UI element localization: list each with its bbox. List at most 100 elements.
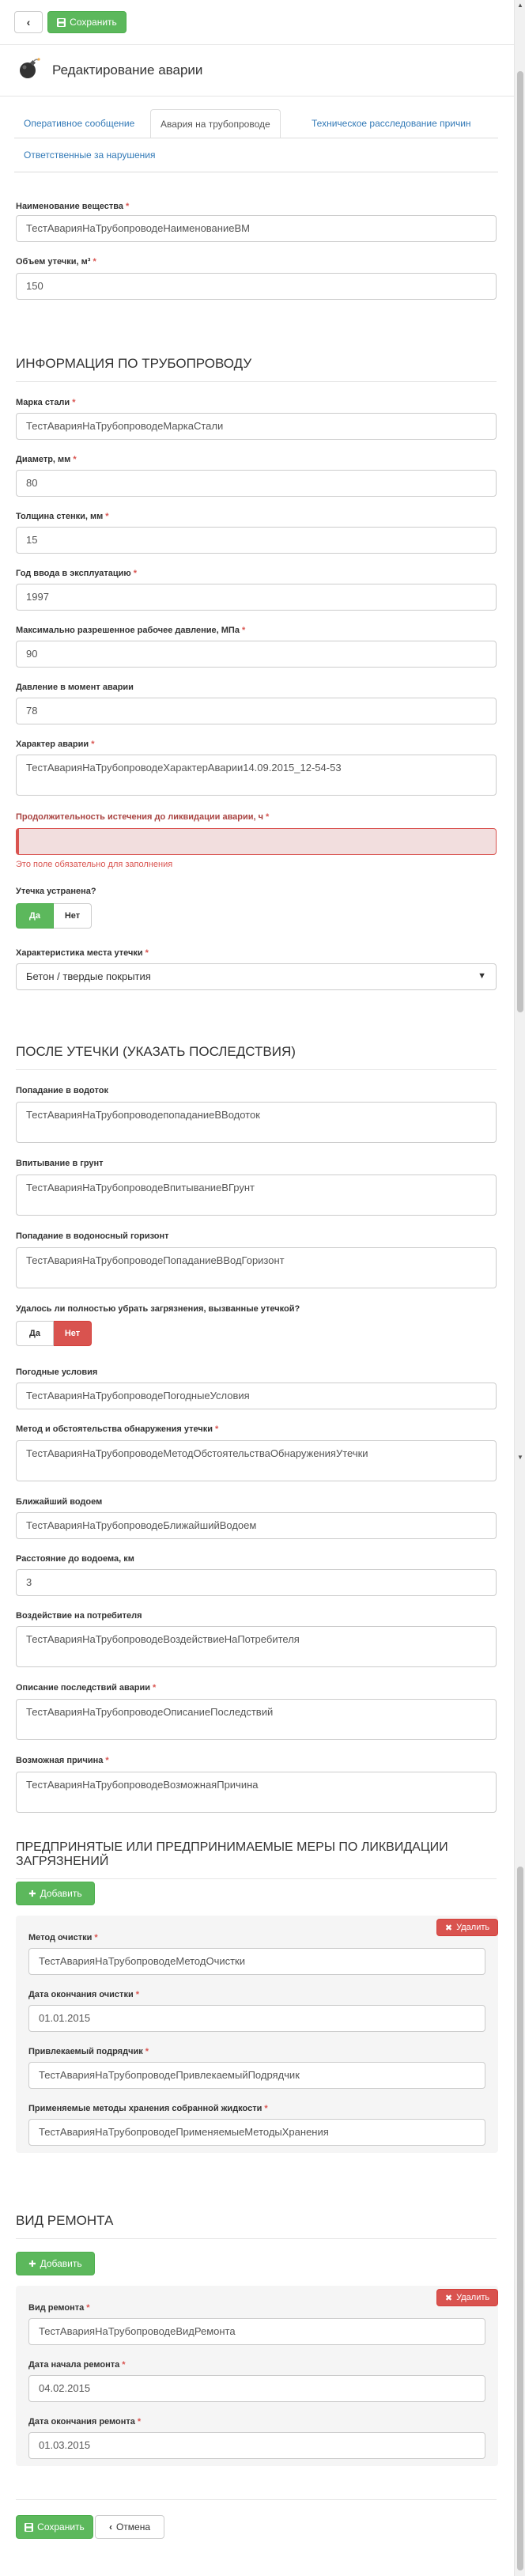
nearest-water-label: Ближайший водоем xyxy=(16,1497,103,1507)
repair-end-input[interactable]: 01.03.2015 xyxy=(28,2432,485,2459)
measure-panel: ✖ Удалить Метод очистки * ТестАварияНаТру… xyxy=(16,1916,498,2153)
diameter-input[interactable]: 80 xyxy=(16,470,497,497)
cause-label: Возможная причина * xyxy=(16,1756,109,1765)
section-pipeline-info: ИНФОРМАЦИЯ ПО ТРУБОПРОВОДУ xyxy=(16,356,497,382)
detection-label: Метод и обстоятельства обнаружения утечк… xyxy=(16,1424,219,1434)
place-select[interactable]: Бетон / твердые покрытия ▼ xyxy=(16,963,497,990)
eliminated-label: Утечка устранена? xyxy=(16,887,96,896)
weather-input[interactable]: ТестАварияНаТрубопроводеПогодныеУсловия xyxy=(16,1383,497,1409)
section-after-leak: ПОСЛЕ УТЕЧКИ (УКАЗАТЬ ПОСЛЕДСТВИЯ) xyxy=(16,1044,497,1070)
wall-input[interactable]: 15 xyxy=(16,527,497,554)
pressure-label: Давление в момент аварии xyxy=(16,683,134,692)
save-button-bottom[interactable]: Сохранить xyxy=(16,2515,93,2539)
year-label: Год ввода в эксплуатацию * xyxy=(16,569,138,578)
character-textarea[interactable]: ТестАварияНаТрубопроводеХарактерАварии14… xyxy=(16,755,497,796)
eliminated-yes-button[interactable]: Да xyxy=(16,903,54,929)
remove-icon: ✖ xyxy=(444,2293,453,2303)
consumer-label: Воздействие на потребителя xyxy=(16,1611,142,1621)
back-button[interactable]: ‹ xyxy=(14,11,43,33)
scrollbar[interactable]: ▲ ▼ xyxy=(514,0,525,2576)
cleaned-yes-button[interactable]: Да xyxy=(16,1321,54,1346)
storage-input[interactable]: ТестАварияНаТрубопроводеПрименяемыеМетод… xyxy=(28,2119,485,2146)
consumer-textarea[interactable]: ТестАварияНаТрубопроводеВоздействиеНаПот… xyxy=(16,1626,497,1667)
pressure-input[interactable]: 78 xyxy=(16,698,497,724)
cleaned-toggle: Да Нет xyxy=(16,1321,92,1346)
nearest-water-input[interactable]: ТестАварияНаТрубопроводеБлижайшийВодоем xyxy=(16,1512,497,1539)
duration-input[interactable] xyxy=(16,828,497,855)
consequences-label: Описание последствий аварии * xyxy=(16,1683,157,1693)
tab-responsible[interactable]: Ответственные за нарушения xyxy=(14,141,164,169)
tab-bar: Оперативное сообщение Авария на трубопро… xyxy=(14,109,498,172)
storage-label: Применяемые методы хранения собранной жи… xyxy=(28,2104,268,2113)
end-date-input[interactable]: 01.01.2015 xyxy=(28,2005,485,2032)
cancel-label: Отмена xyxy=(115,2521,151,2532)
delete-repair-label: Удалить xyxy=(456,2293,490,2302)
wall-label: Толщина стенки, мм * xyxy=(16,512,109,521)
save-bottom-label: Сохранить xyxy=(37,2521,85,2532)
scroll-down-arrow-icon[interactable]: ▼ xyxy=(517,1454,523,1461)
section-measures: ПРЕДПРИНЯТЫЕ ИЛИ ПРЕДПРИНИМАЕМЫЕ МЕРЫ ПО… xyxy=(16,1840,497,1879)
scrollbar-thumb-2[interactable] xyxy=(517,1867,523,2570)
add-repair-button[interactable]: ✚ Добавить xyxy=(16,2252,95,2275)
year-input[interactable]: 1997 xyxy=(16,584,497,611)
character-label: Характер аварии * xyxy=(16,740,95,749)
max-pressure-input[interactable]: 90 xyxy=(16,641,497,668)
footer-divider xyxy=(16,2499,497,2500)
leak-volume-label: Объем утечки, м³ * xyxy=(16,257,96,267)
chevron-left-icon: ‹ xyxy=(108,2521,112,2532)
place-select-value: Бетон / твердые покрытия xyxy=(26,970,151,982)
cleaned-label: Удалось ли полностью убрать загрязнения,… xyxy=(16,1304,300,1314)
repair-type-label: Вид ремонта * xyxy=(28,2303,90,2313)
place-label: Характеристика места утечки * xyxy=(16,948,149,958)
duration-label: Продолжительность истечения до ликвидаци… xyxy=(16,812,270,822)
tab-technical-investigation[interactable]: Техническое расследование причин xyxy=(302,109,481,138)
aquifer-label: Попадание в водоносный горизонт xyxy=(16,1231,169,1241)
cleaned-no-button[interactable]: Нет xyxy=(54,1321,92,1346)
repair-start-label: Дата начала ремонта * xyxy=(28,2360,126,2370)
delete-repair-button[interactable]: ✖ Удалить xyxy=(436,2289,498,2306)
plus-icon: ✚ xyxy=(28,1889,36,1899)
cancel-button[interactable]: ‹ Отмена xyxy=(95,2515,164,2539)
substance-input[interactable]: ТестАварияНаТрубопроводеНаименованиеВМ xyxy=(16,215,497,242)
scroll-up-arrow-icon[interactable]: ▲ xyxy=(517,2,523,9)
cause-textarea[interactable]: ТестАварияНаТрубопроводеВозможнаяПричина xyxy=(16,1772,497,1813)
diameter-label: Диаметр, мм * xyxy=(16,455,77,464)
eliminated-no-button[interactable]: Нет xyxy=(54,903,92,929)
floppy-disk-icon xyxy=(57,17,66,27)
max-pressure-label: Максимально разрешенное рабочее давление… xyxy=(16,626,246,635)
eliminated-toggle: Да Нет xyxy=(16,903,92,929)
consequences-textarea[interactable]: ТестАварияНаТрубопроводеОписаниеПоследст… xyxy=(16,1699,497,1740)
tab-operational-message[interactable]: Оперативное сообщение xyxy=(14,109,144,138)
top-toolbar: ‹ Сохранить xyxy=(0,0,514,44)
tab-pipeline-accident[interactable]: Авария на трубопроводе xyxy=(150,109,281,138)
add-measure-button[interactable]: ✚ Добавить xyxy=(16,1882,95,1905)
steel-input[interactable]: ТестАварияНаТрубопроводеМаркаСтали xyxy=(16,413,497,440)
repair-start-input[interactable]: 04.02.2015 xyxy=(28,2375,485,2402)
delete-measure-button[interactable]: ✖ Удалить xyxy=(436,1919,498,1936)
aquifer-textarea[interactable]: ТестАварияНаТрубопроводеПопаданиеВВодГор… xyxy=(16,1247,497,1288)
scrollbar-thumb-1[interactable] xyxy=(517,71,523,1012)
chevron-down-icon: ▼ xyxy=(478,971,486,981)
repair-type-input[interactable]: ТестАварияНаТрубопроводеВидРемонта xyxy=(28,2318,485,2345)
save-button-top[interactable]: Сохранить xyxy=(47,11,127,33)
repair-end-label: Дата окончания ремонта * xyxy=(28,2417,142,2427)
method-input[interactable]: ТестАварияНаТрубопроводеМетодОчистки xyxy=(28,1948,485,1975)
distance-label: Расстояние до водоема, км xyxy=(16,1554,134,1564)
water-label: Попадание в водоток xyxy=(16,1086,108,1095)
detection-textarea[interactable]: ТестАварияНаТрубопроводеМетодОбстоятельс… xyxy=(16,1440,497,1481)
substance-label: Наименование вещества * xyxy=(16,202,130,211)
page-header: Редактирование аварии xyxy=(0,44,514,96)
steel-label: Марка стали * xyxy=(16,398,76,407)
ground-textarea[interactable]: ТестАварияНаТрубопроводеВпитываниеВГрунт xyxy=(16,1175,497,1216)
page-title: Редактирование аварии xyxy=(52,62,203,78)
duration-error: Это поле обязательно для заполнения xyxy=(16,860,173,869)
add-repair-label: Добавить xyxy=(40,2258,82,2269)
bomb-icon xyxy=(20,58,40,78)
contractor-label: Привлекаемый подрядчик * xyxy=(28,2047,149,2056)
end-date-label: Дата окончания очистки * xyxy=(28,1990,139,1999)
save-button-label: Сохранить xyxy=(70,17,117,28)
distance-input[interactable]: 3 xyxy=(16,1569,497,1596)
leak-volume-input[interactable]: 150 xyxy=(16,273,497,300)
water-textarea[interactable]: ТестАварияНаТрубопроводепопаданиеВВодото… xyxy=(16,1102,497,1143)
contractor-input[interactable]: ТестАварияНаТрубопроводеПривлекаемыйПодр… xyxy=(28,2062,485,2089)
